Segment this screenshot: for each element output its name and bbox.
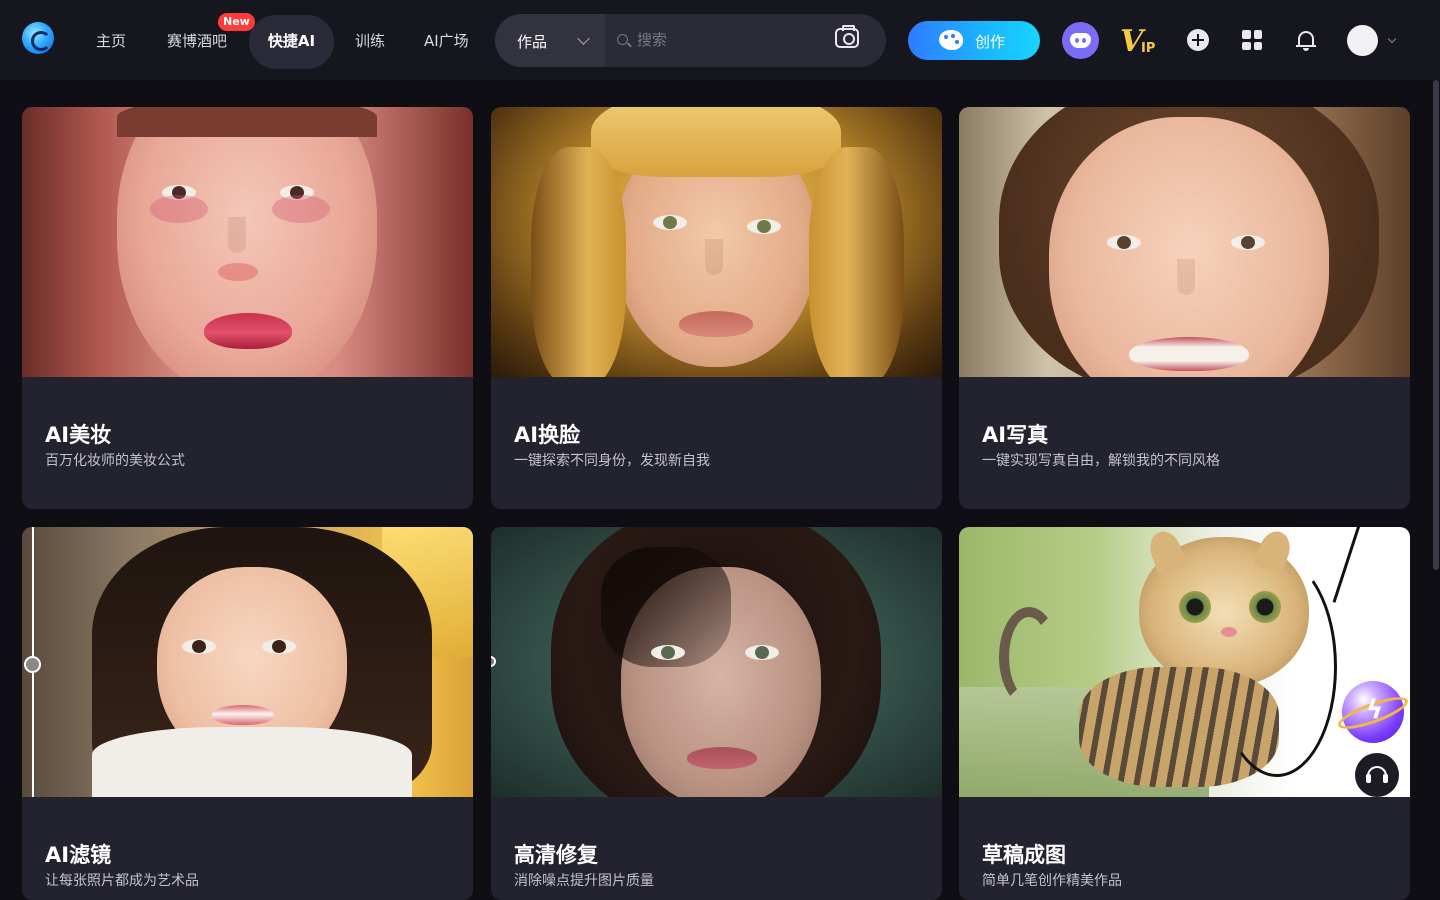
chevron-down-icon[interactable] (1387, 34, 1397, 44)
new-badge: New (218, 13, 255, 31)
card-image-filter-comparison (22, 527, 473, 797)
discord-logo-shape (1070, 33, 1091, 48)
headset-icon (1366, 766, 1388, 783)
card-description: 消除噪点提升图片质量 (514, 873, 654, 889)
top-navigation-bar: 主页 赛博酒吧 New 快捷AI 训练 AI广场 作品 创作 V IP (0, 0, 1440, 80)
card-description: 简单几笔创作精美作品 (982, 873, 1122, 889)
feature-card-ai-makeup[interactable]: AI美妆 百万化妆师的美妆公式 (22, 107, 473, 509)
card-description: 让每张照片都成为艺术品 (45, 873, 199, 889)
camera-icon[interactable] (835, 25, 859, 48)
feature-card-ai-portrait[interactable]: AI写真 一键实现写真自由，解锁我的不同风格 (959, 107, 1410, 509)
card-image-kitten-sketch (959, 527, 1410, 797)
plus-circle-icon[interactable] (1187, 29, 1209, 51)
card-image-blurred-portrait (491, 527, 942, 797)
nav-item-home[interactable]: 主页 (96, 30, 126, 51)
create-button[interactable]: 创作 (908, 21, 1040, 60)
search-icon (617, 34, 628, 45)
chevron-down-icon (577, 32, 590, 45)
customer-support-button[interactable] (1355, 753, 1399, 797)
palette-icon (939, 30, 963, 50)
card-title: AI写真 (982, 423, 1049, 447)
feature-card-hd-restore[interactable]: 高清修复 消除噪点提升图片质量 (491, 527, 942, 900)
card-image-freckled-portrait (491, 107, 942, 377)
card-title: 草稿成图 (982, 843, 1066, 867)
create-button-label: 创作 (975, 33, 1006, 51)
discord-icon[interactable] (1062, 22, 1099, 59)
nav-item-quick-ai-label: 快捷AI (267, 32, 316, 50)
nav-item-training[interactable]: 训练 (355, 30, 385, 51)
bell-icon[interactable] (1296, 29, 1316, 51)
card-title: AI美妆 (45, 423, 112, 447)
avatar[interactable] (1347, 25, 1378, 56)
vip-letter: V (1120, 24, 1144, 59)
search-category-value: 作品 (517, 33, 548, 51)
card-title: AI换脸 (514, 423, 581, 447)
search-input[interactable] (637, 29, 817, 51)
nav-item-quick-ai[interactable]: 快捷AI (249, 15, 334, 69)
search-bar: 作品 (495, 14, 886, 67)
card-title: AI滤镜 (45, 843, 112, 867)
card-image-makeup-portrait (22, 107, 473, 377)
feature-card-ai-filter[interactable]: AI滤镜 让每张照片都成为艺术品 (22, 527, 473, 900)
card-description: 一键实现写真自由，解锁我的不同风格 (982, 453, 1220, 469)
card-description: 百万化妆师的美妆公式 (45, 453, 185, 469)
card-title: 高清修复 (514, 843, 598, 867)
nav-item-ai-square[interactable]: AI广场 (424, 30, 469, 51)
scrollbar[interactable] (1433, 80, 1439, 570)
card-description: 一键探索不同身份，发现新自我 (514, 453, 710, 469)
logo[interactable] (22, 22, 54, 54)
apps-grid-icon[interactable] (1242, 30, 1262, 50)
search-category-select[interactable]: 作品 (495, 14, 605, 67)
vip-icon[interactable]: V IP (1120, 22, 1160, 60)
ai-assistant-orb[interactable]: ϟ (1334, 681, 1412, 743)
lightning-icon: ϟ (1366, 695, 1384, 725)
nav-item-cyber-bar[interactable]: 赛博酒吧 (167, 30, 227, 51)
feature-card-ai-face-swap[interactable]: AI换脸 一键探索不同身份，发现新自我 (491, 107, 942, 509)
card-image-smiling-portrait (959, 107, 1410, 377)
vip-suffix: IP (1141, 41, 1156, 56)
